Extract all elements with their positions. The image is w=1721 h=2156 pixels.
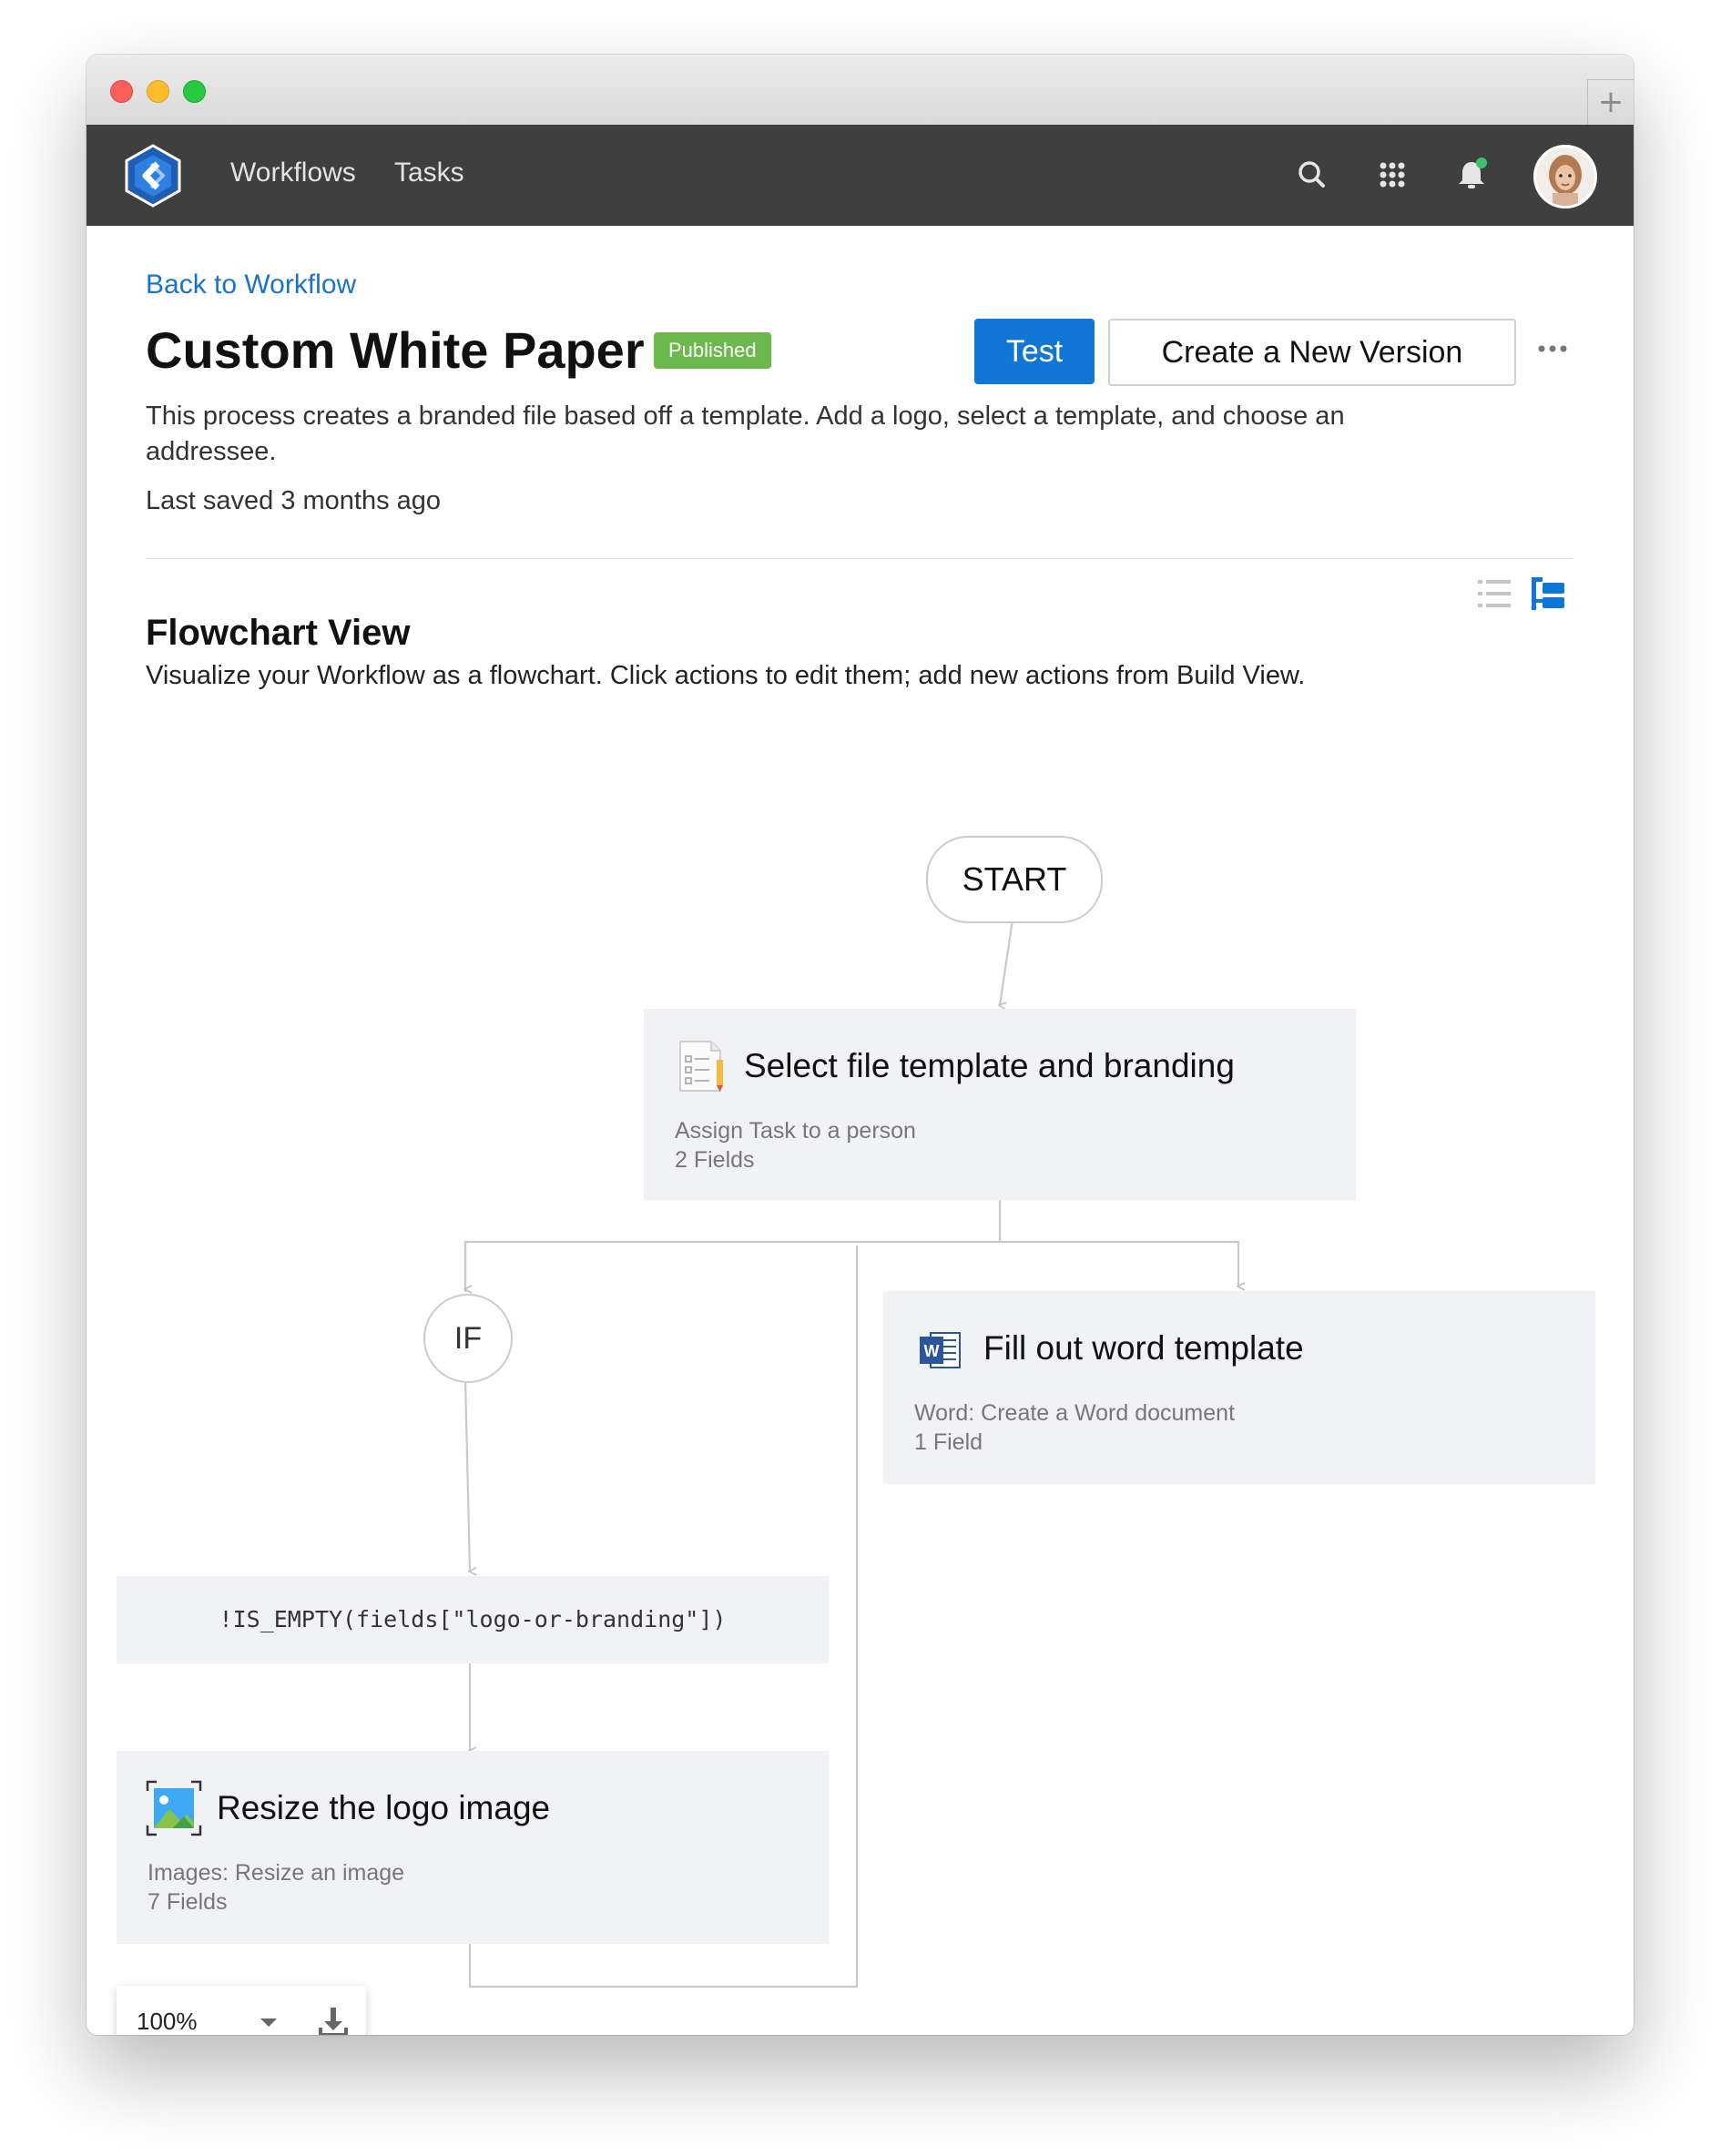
action-card-title: Resize the logo image	[217, 1789, 551, 1826]
window-titlebar: +	[87, 55, 1634, 126]
test-button[interactable]: Test	[974, 319, 1095, 384]
flowchart-view-toggle-icon[interactable]	[1530, 575, 1566, 612]
flowchart-view-title: Flowchart View	[146, 613, 411, 653]
list-view-toggle-icon[interactable]	[1476, 576, 1512, 611]
action-card-select-template[interactable]: Select file template and branding Assign…	[644, 1009, 1356, 1200]
page-title: Custom White Paper	[146, 321, 645, 379]
action-card-type: Images: Resize an image	[148, 1860, 405, 1886]
minimize-window-button[interactable]	[147, 80, 169, 103]
if-condition-node[interactable]: IF	[423, 1294, 513, 1383]
action-card-meta: Images: Resize an image 7 Fields	[148, 1858, 404, 1917]
action-card-type: Word: Create a Word document	[914, 1400, 1236, 1426]
action-card-title: Select file template and branding	[744, 1047, 1235, 1084]
workflow-description: This process creates a branded file base…	[146, 402, 1345, 466]
status-badge: Published	[654, 332, 771, 369]
search-icon[interactable]	[1292, 155, 1332, 195]
notifications-bell-icon[interactable]	[1451, 155, 1492, 195]
svg-text:W: W	[924, 1342, 940, 1360]
task-form-icon	[679, 1041, 723, 1092]
action-card-meta: Word: Create a Word document 1 Field	[914, 1398, 1235, 1457]
action-card-meta: Assign Task to a person 2 Fields	[675, 1116, 916, 1175]
top-navbar: Workflows Tasks	[87, 125, 1634, 226]
user-avatar[interactable]	[1533, 145, 1597, 208]
page-content: Back to Workflow Custom White Paper Publ…	[87, 226, 1634, 2035]
action-card-fields: 7 Fields	[148, 1889, 228, 1915]
word-icon: W	[920, 1332, 961, 1368]
action-card-fields: 1 Field	[914, 1429, 983, 1455]
nav-tasks-link[interactable]: Tasks	[394, 158, 464, 188]
download-icon[interactable]	[315, 2004, 351, 2035]
image-resize-icon	[146, 1780, 202, 1836]
chevron-down-icon[interactable]	[260, 2019, 277, 2027]
back-to-workflow-link[interactable]: Back to Workflow	[146, 270, 356, 300]
flowchart-start-node: START	[926, 836, 1103, 923]
nav-workflows-link[interactable]: Workflows	[230, 158, 356, 188]
close-window-button[interactable]	[110, 80, 133, 103]
action-card-type: Assign Task to a person	[675, 1118, 916, 1144]
last-saved-text: Last saved 3 months ago	[146, 486, 442, 515]
browser-window: + Workflows Tasks Back to Workflow Custo…	[87, 55, 1634, 2035]
app-logo-icon[interactable]	[121, 144, 185, 208]
flowchart-view-subtitle: Visualize your Workflow as a flowchart. …	[146, 661, 1306, 690]
divider	[146, 558, 1573, 559]
more-options-icon[interactable]	[1534, 335, 1571, 362]
action-card-fields: 2 Fields	[675, 1147, 755, 1173]
new-tab-button[interactable]: +	[1587, 79, 1634, 126]
app-grid-icon[interactable]	[1372, 155, 1412, 195]
if-condition-expression[interactable]: !IS_EMPTY(fields["logo-or-branding"])	[117, 1576, 829, 1663]
action-card-fill-word-template[interactable]: W Fill out word template Word: Create a …	[883, 1291, 1595, 1484]
maximize-window-button[interactable]	[183, 80, 206, 103]
create-new-version-button[interactable]: Create a New Version	[1108, 319, 1516, 386]
action-card-title: Fill out word template	[983, 1329, 1304, 1367]
zoom-control: 100%	[117, 1986, 366, 2035]
zoom-level-select[interactable]: 100%	[137, 2008, 198, 2035]
action-card-resize-logo[interactable]: Resize the logo image Images: Resize an …	[117, 1751, 829, 1944]
